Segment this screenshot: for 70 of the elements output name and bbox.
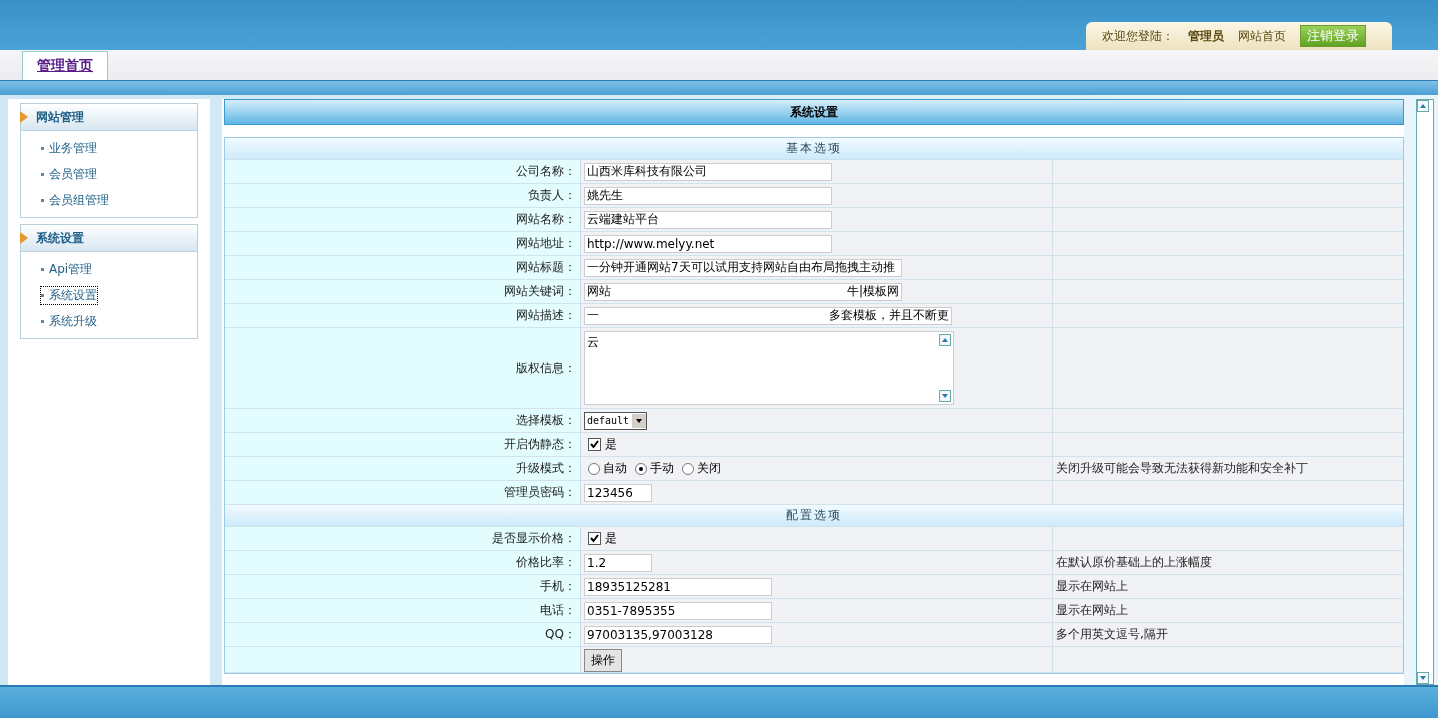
- text-field[interactable]: 姚先生: [584, 186, 832, 205]
- text-field[interactable]: 0351-7895355: [584, 601, 772, 620]
- user-name: 管理员: [1188, 27, 1224, 45]
- note-cell: 关闭升级可能会导致无法获得新功能和安全补丁: [1053, 457, 1403, 480]
- note-cell: 在默认原价基础上的上涨幅度: [1053, 551, 1403, 574]
- menu-group-title: 系统设置: [36, 229, 84, 247]
- scroll-up-icon[interactable]: [1417, 100, 1429, 112]
- sidebar-item[interactable]: 会员组管理: [41, 191, 109, 209]
- radio-label: 自动: [603, 460, 627, 477]
- field-label: 网站名称：: [225, 208, 581, 231]
- section-header: 配置选项: [225, 505, 1403, 527]
- field-label: 手机：: [225, 575, 581, 598]
- field-label: 是否显示价格：: [225, 527, 581, 550]
- field-label: 版权信息：: [225, 328, 581, 408]
- note-cell: 显示在网站上: [1053, 575, 1403, 598]
- text-field[interactable]: 97003135,97003128: [584, 625, 772, 644]
- text-field[interactable]: 1.2: [584, 553, 652, 572]
- text-field[interactable]: 18935125281: [584, 577, 772, 596]
- sidebar-item[interactable]: 系统设置: [41, 286, 97, 304]
- field-label: 管理员密码：: [225, 481, 581, 504]
- tab[interactable]: 管理首页: [22, 51, 108, 80]
- checkbox[interactable]: [588, 438, 601, 451]
- text-field[interactable]: 123456: [584, 483, 652, 502]
- field-label: 选择模板：: [225, 409, 581, 432]
- sidebar-item[interactable]: 会员管理: [41, 165, 97, 183]
- text-field[interactable]: 一 多套模板，并且不断更: [584, 306, 952, 325]
- text-field[interactable]: 一分钟开通网站7天可以试用支持网站自由布局拖拽主动推: [584, 258, 902, 277]
- radio-label: 关闭: [697, 460, 721, 477]
- text-area[interactable]: 云: [584, 331, 954, 405]
- field-label: 电话：: [225, 599, 581, 622]
- text-field[interactable]: http://www.melyy.net: [584, 234, 832, 253]
- checkbox-label: 是: [605, 436, 617, 453]
- radio-button[interactable]: [635, 462, 647, 475]
- note-cell: 多个用英文逗号,隔开: [1053, 623, 1403, 646]
- panel-title: 系统设置: [224, 99, 1404, 125]
- field-label: 负责人：: [225, 184, 581, 207]
- field-label: 公司名称：: [225, 160, 581, 183]
- submit-button[interactable]: 操作: [584, 649, 622, 672]
- checkbox-label: 是: [605, 530, 617, 547]
- menu-group-title: 网站管理: [36, 108, 84, 126]
- section-header: 基本选项: [225, 138, 1403, 160]
- field-label: 网站描述：: [225, 304, 581, 327]
- field-label: 网站关键词：: [225, 280, 581, 303]
- field-label: QQ：: [225, 623, 581, 646]
- arrow-icon: [20, 111, 28, 123]
- scrollbar[interactable]: [1416, 99, 1434, 685]
- text-field[interactable]: 网站 牛|模板网: [584, 282, 902, 301]
- radio-label: 手动: [650, 460, 674, 477]
- arrow-icon: [20, 232, 28, 244]
- field-label: 开启伪静态：: [225, 433, 581, 456]
- field-label: 网站地址：: [225, 232, 581, 255]
- home-link[interactable]: 网站首页: [1238, 27, 1286, 45]
- text-field[interactable]: 山西米库科技有限公司: [584, 162, 832, 181]
- field-label: 升级模式：: [225, 457, 581, 480]
- checkbox[interactable]: [588, 532, 601, 545]
- sidebar-item[interactable]: 系统升级: [41, 312, 97, 330]
- sidebar-item[interactable]: 业务管理: [41, 139, 97, 157]
- sidebar-item[interactable]: Api管理: [41, 260, 93, 278]
- scroll-down-icon[interactable]: [939, 390, 951, 402]
- radio-button[interactable]: [588, 462, 600, 475]
- field-label: 网站标题：: [225, 256, 581, 279]
- field-label: 价格比率：: [225, 551, 581, 574]
- caret-icon: [632, 413, 647, 428]
- welcome-text: 欢迎您登陆：: [1102, 27, 1174, 45]
- scroll-up-icon[interactable]: [939, 334, 951, 346]
- radio-button[interactable]: [682, 462, 694, 475]
- note-cell: 显示在网站上: [1053, 599, 1403, 622]
- scroll-down-icon[interactable]: [1417, 672, 1429, 684]
- text-field[interactable]: 云端建站平台: [584, 210, 832, 229]
- template-select[interactable]: default: [584, 411, 648, 430]
